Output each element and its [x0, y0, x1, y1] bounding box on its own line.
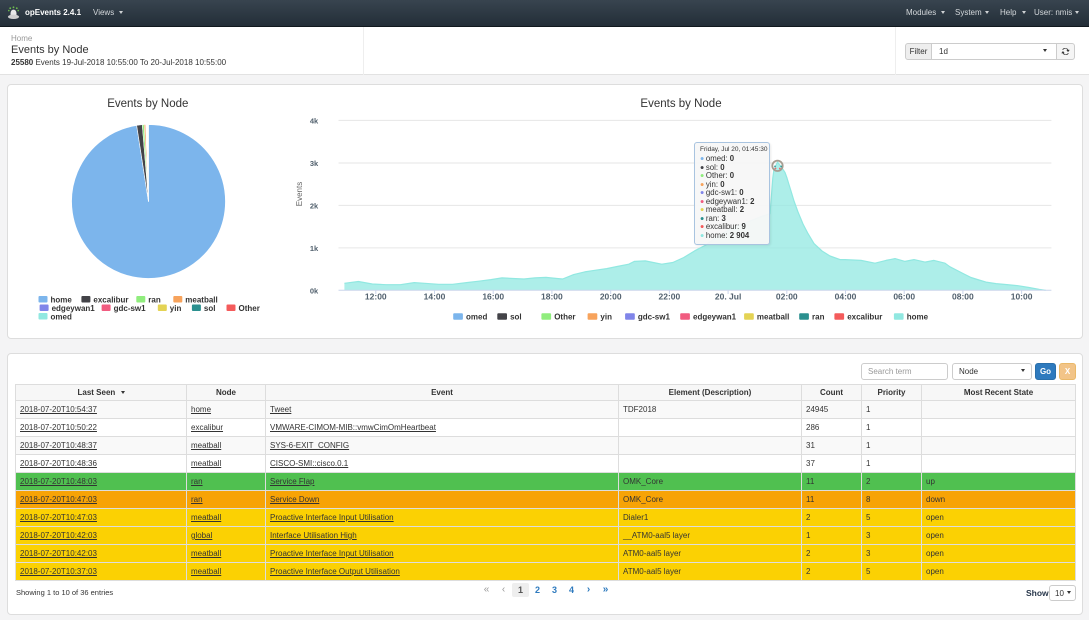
svg-text:gdc-sw1: gdc-sw1 [638, 313, 671, 322]
svg-text:04:00: 04:00 [835, 292, 857, 302]
svg-text:Events by Node: Events by Node [640, 98, 721, 110]
svg-text:20. Jul: 20. Jul [715, 292, 741, 302]
svg-text:20:00: 20:00 [600, 292, 622, 302]
svg-text:Other: Other [554, 313, 575, 322]
svg-text:Other: Other [239, 304, 260, 313]
svg-text:2k: 2k [310, 201, 319, 210]
svg-text:ran: ran [148, 296, 161, 305]
svg-text:omed: omed [466, 313, 487, 322]
svg-text:0k: 0k [310, 286, 319, 295]
svg-text:sol: sol [510, 313, 522, 322]
svg-text:home: home [907, 313, 929, 322]
svg-text:ran: ran [812, 313, 825, 322]
svg-text:Events by Node: Events by Node [107, 98, 188, 110]
svg-text:edgeywan1: edgeywan1 [693, 313, 737, 322]
svg-text:Events: Events [295, 182, 304, 206]
svg-text:02:00: 02:00 [776, 292, 798, 302]
svg-text:16:00: 16:00 [482, 292, 504, 302]
svg-text:22:00: 22:00 [659, 292, 681, 302]
svg-text:08:00: 08:00 [952, 292, 974, 302]
svg-text:1k: 1k [310, 244, 319, 253]
svg-text:3k: 3k [310, 159, 319, 168]
svg-text:yin: yin [600, 313, 612, 322]
svg-text:06:00: 06:00 [893, 292, 915, 302]
svg-text:18:00: 18:00 [541, 292, 563, 302]
svg-text:yin: yin [170, 304, 182, 313]
svg-text:gdc-sw1: gdc-sw1 [114, 304, 147, 313]
svg-text:4k: 4k [310, 116, 319, 125]
svg-text:excalibur: excalibur [847, 313, 882, 322]
svg-text:10:00: 10:00 [1011, 292, 1033, 302]
svg-text:meatball: meatball [757, 313, 789, 322]
svg-text:14:00: 14:00 [424, 292, 446, 302]
svg-text:sol: sol [204, 304, 216, 313]
svg-text:12:00: 12:00 [365, 292, 387, 302]
svg-text:omed: omed [51, 313, 72, 322]
